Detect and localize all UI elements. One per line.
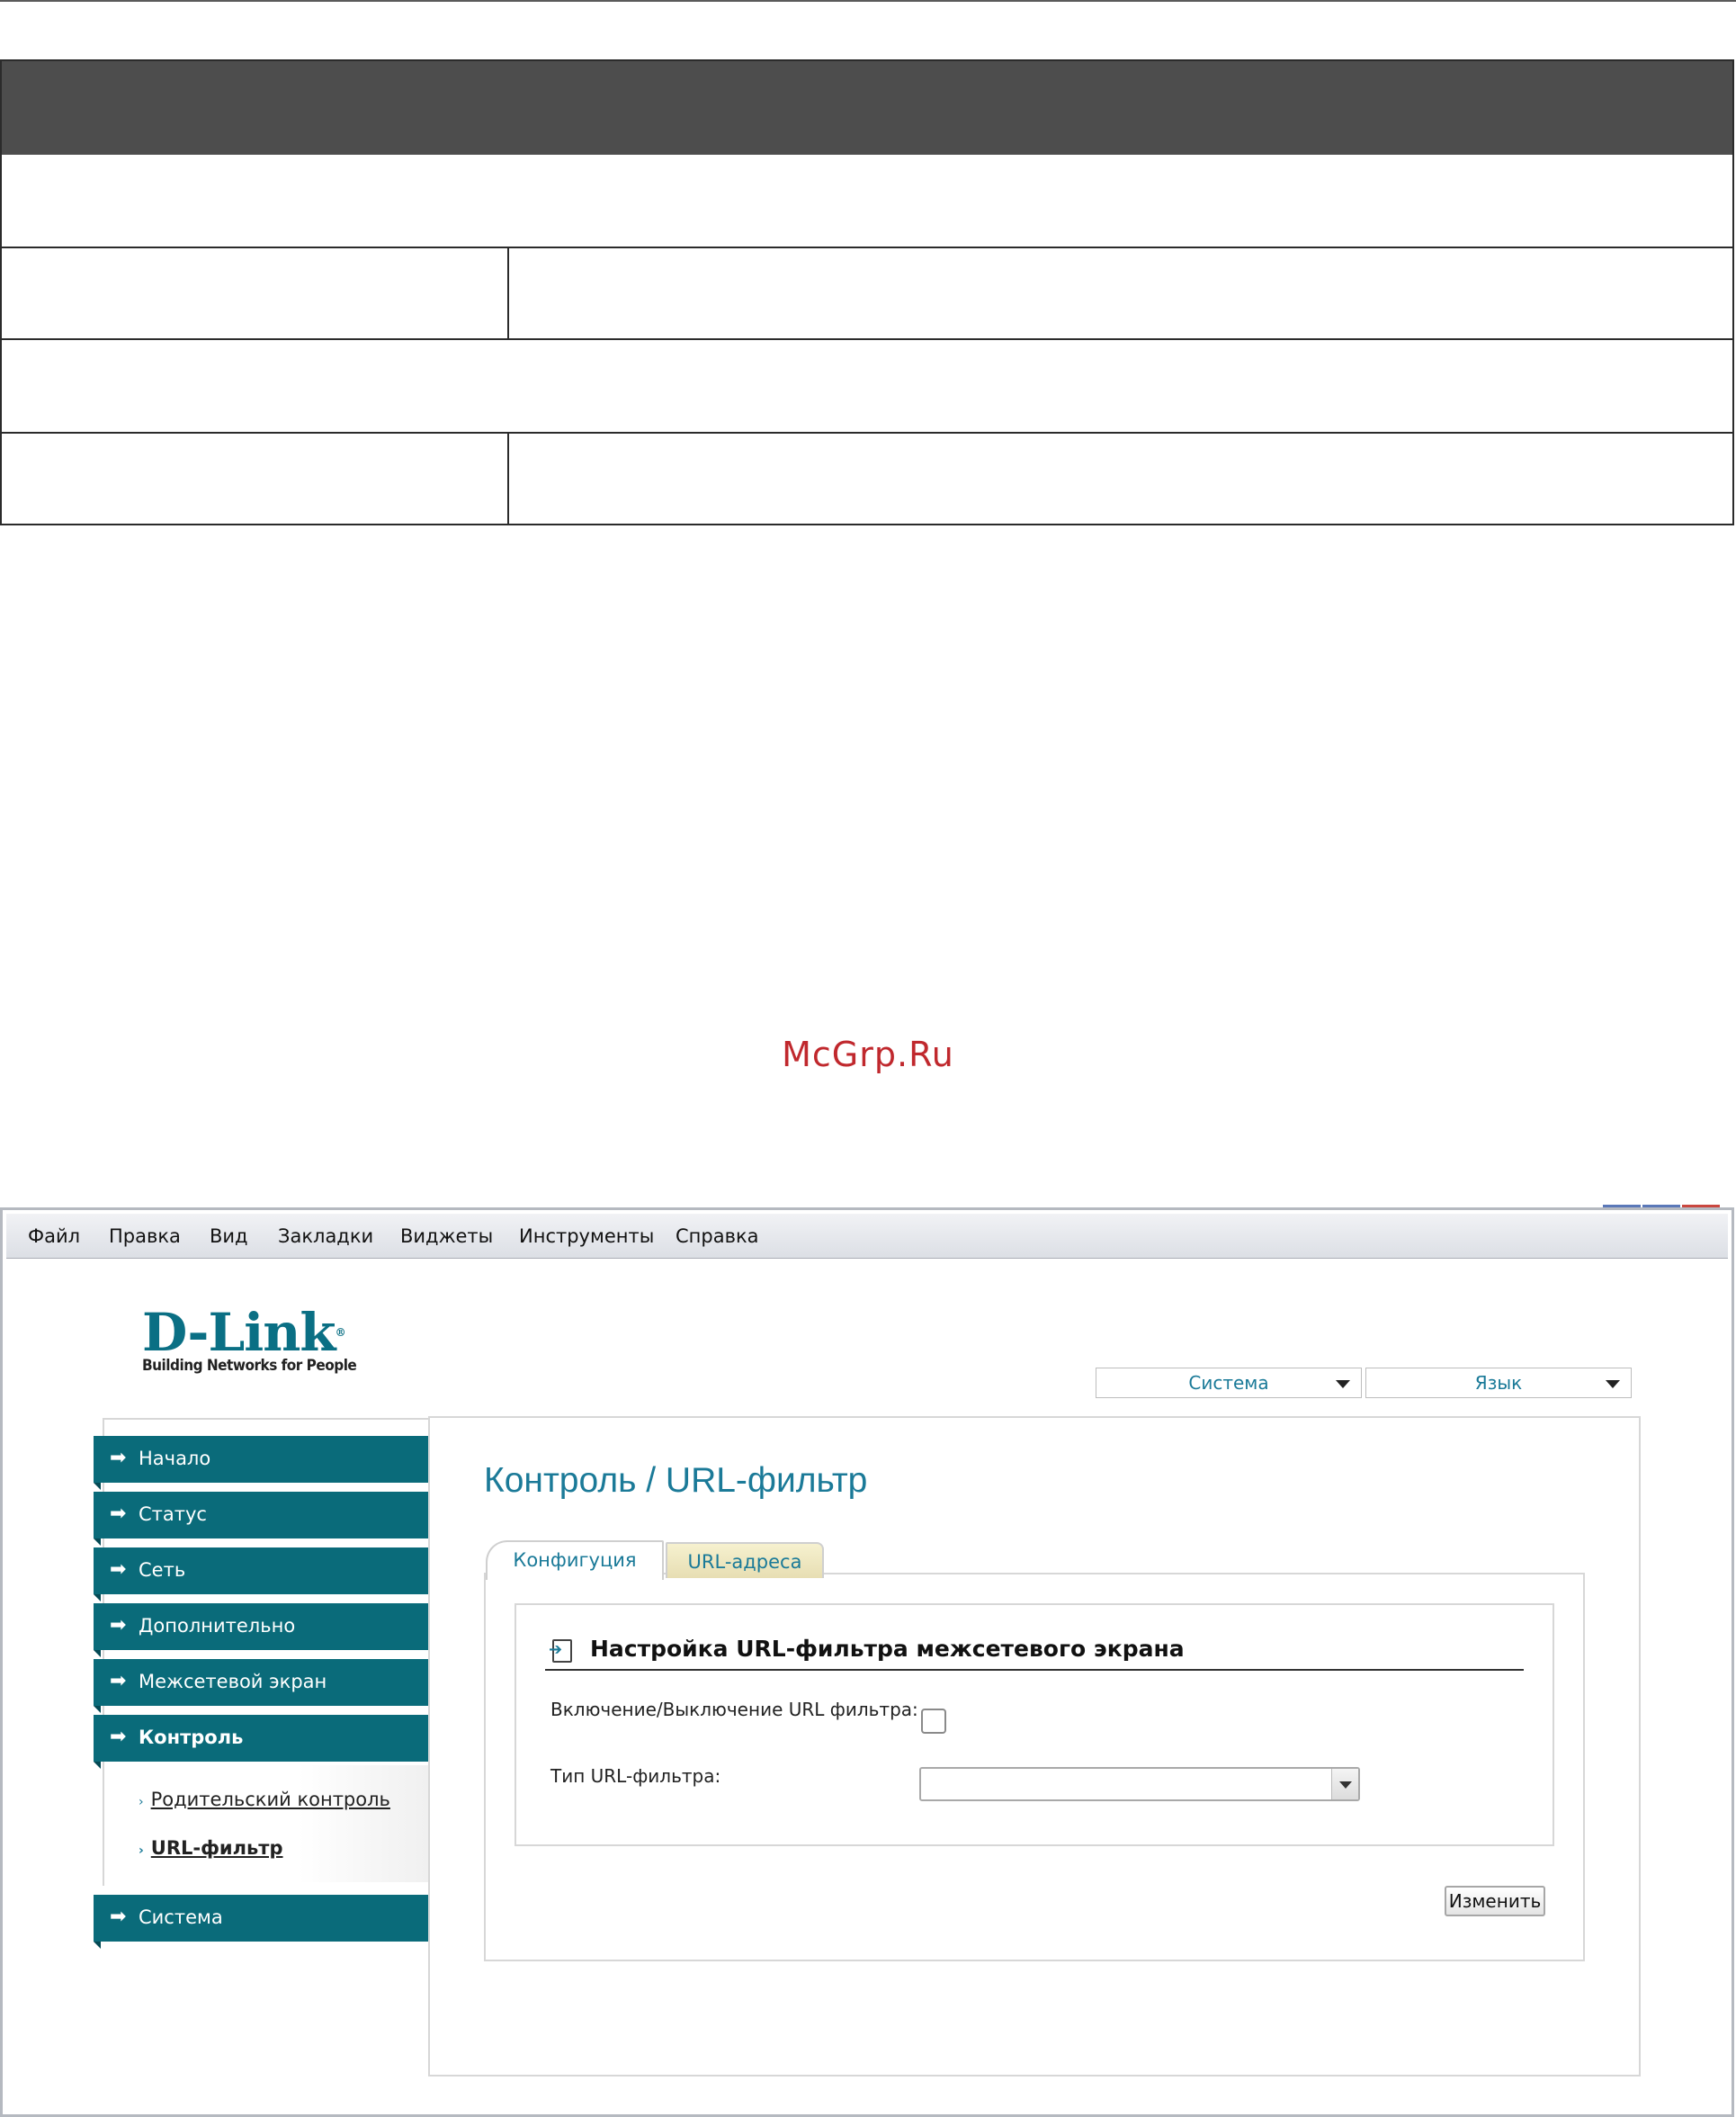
- apply-button[interactable]: Изменить: [1445, 1886, 1545, 1916]
- language-dropdown[interactable]: Язык: [1365, 1368, 1632, 1398]
- arrow-right-icon: ➡: [110, 1558, 127, 1581]
- menu-view[interactable]: Вид: [210, 1225, 248, 1247]
- chevron-right-icon: ›: [139, 1795, 144, 1809]
- language-dropdown-label: Язык: [1474, 1372, 1523, 1394]
- sidebar-item-label: Система: [139, 1906, 223, 1928]
- document-arrow-icon: [549, 1639, 572, 1663]
- chevron-down-icon: [1606, 1380, 1620, 1388]
- page-top-rule: [0, 0, 1736, 2]
- sidebar-item-advanced[interactable]: ➡ Дополнительно: [94, 1603, 428, 1657]
- fold-decoration: [94, 1942, 101, 1949]
- menu-widgets[interactable]: Виджеты: [400, 1225, 493, 1247]
- section-title: Настройка URL-фильтра межсетевого экрана: [590, 1636, 1185, 1662]
- sidebar-item-control[interactable]: ➡ Контроль: [94, 1715, 428, 1769]
- sidebar-item-status[interactable]: ➡ Статус: [94, 1492, 428, 1546]
- system-dropdown-label: Система: [1188, 1372, 1269, 1394]
- chevron-right-icon: ›: [139, 1843, 144, 1858]
- logo-brand: D-Link: [142, 1302, 336, 1363]
- sidebar-subitem-parental-control[interactable]: › Родительский контроль: [139, 1789, 390, 1810]
- sidebar-item-label: Статус: [139, 1503, 207, 1525]
- fold-decoration: [94, 1650, 101, 1657]
- chevron-down-icon[interactable]: [1331, 1769, 1358, 1799]
- arrow-right-icon: ➡: [110, 1726, 127, 1748]
- fold-decoration: [94, 1483, 101, 1490]
- browser-menubar: Файл Правка Вид Закладки Виджеты Инструм…: [6, 1214, 1728, 1259]
- sidebar-item-firewall[interactable]: ➡ Межсетевой экран: [94, 1659, 428, 1713]
- sidebar-item-home[interactable]: ➡ Начало: [94, 1436, 428, 1490]
- table-row-divider: [2, 432, 1732, 434]
- menu-help[interactable]: Справка: [676, 1225, 759, 1247]
- fold-decoration: [94, 1762, 101, 1769]
- menu-bookmarks[interactable]: Закладки: [278, 1225, 373, 1247]
- section-divider: [545, 1669, 1524, 1671]
- table-column-divider: [507, 248, 509, 338]
- sidebar-subitem-label: URL-фильтр: [150, 1837, 283, 1859]
- arrow-right-icon: ➡: [110, 1503, 127, 1525]
- sidebar-item-label: Межсетевой экран: [139, 1671, 327, 1692]
- sidebar-subitem-url-filter[interactable]: › URL-фильтр: [139, 1837, 283, 1859]
- menu-tools[interactable]: Инструменты: [519, 1225, 654, 1247]
- url-filter-type-label: Тип URL-фильтра:: [550, 1765, 721, 1787]
- system-dropdown[interactable]: Система: [1096, 1368, 1362, 1398]
- sidebar-item-label: Контроль: [139, 1727, 244, 1748]
- table-header-row: [2, 61, 1732, 155]
- sidebar-item-system[interactable]: ➡ Система: [94, 1895, 428, 1949]
- sidebar-top-border: [103, 1418, 428, 1420]
- arrow-right-icon: ➡: [110, 1906, 127, 1928]
- url-filter-enable-checkbox[interactable]: [921, 1709, 946, 1734]
- logo-registered: ®: [335, 1326, 346, 1339]
- sidebar-item-label: Начало: [139, 1448, 211, 1469]
- tab-url-addresses[interactable]: URL-адреса: [666, 1542, 824, 1578]
- logo-tagline: Building Networks for People: [142, 1357, 357, 1375]
- arrow-right-icon: ➡: [110, 1447, 127, 1469]
- page-title: Контроль / URL-фильтр: [484, 1461, 868, 1500]
- table-column-divider: [507, 434, 509, 524]
- menu-edit[interactable]: Правка: [109, 1225, 181, 1247]
- fold-decoration: [94, 1594, 101, 1601]
- dlink-logo: D-Link® Building Networks for People: [142, 1306, 357, 1375]
- table-row-divider: [2, 338, 1732, 340]
- document-table: [0, 59, 1734, 525]
- url-filter-type-select[interactable]: [919, 1767, 1360, 1801]
- sidebar-item-label: Сеть: [139, 1559, 186, 1581]
- fold-decoration: [94, 1706, 101, 1713]
- arrow-right-icon: ➡: [110, 1614, 127, 1637]
- tab-configuration[interactable]: Конфигуция: [486, 1540, 664, 1580]
- fold-decoration: [94, 1538, 101, 1546]
- sidebar-subpanel: [104, 1765, 428, 1882]
- watermark: McGrp.Ru: [782, 1035, 954, 1074]
- chevron-down-icon: [1336, 1380, 1350, 1388]
- menu-file[interactable]: Файл: [28, 1225, 80, 1247]
- sidebar-item-network[interactable]: ➡ Сеть: [94, 1547, 428, 1601]
- table-row-divider: [2, 247, 1732, 248]
- sidebar-item-label: Дополнительно: [139, 1615, 296, 1637]
- arrow-right-icon: ➡: [110, 1670, 127, 1692]
- sidebar-subitem-label: Родительский контроль: [150, 1789, 390, 1810]
- url-filter-enable-label: Включение/Выключение URL фильтра:: [550, 1699, 918, 1720]
